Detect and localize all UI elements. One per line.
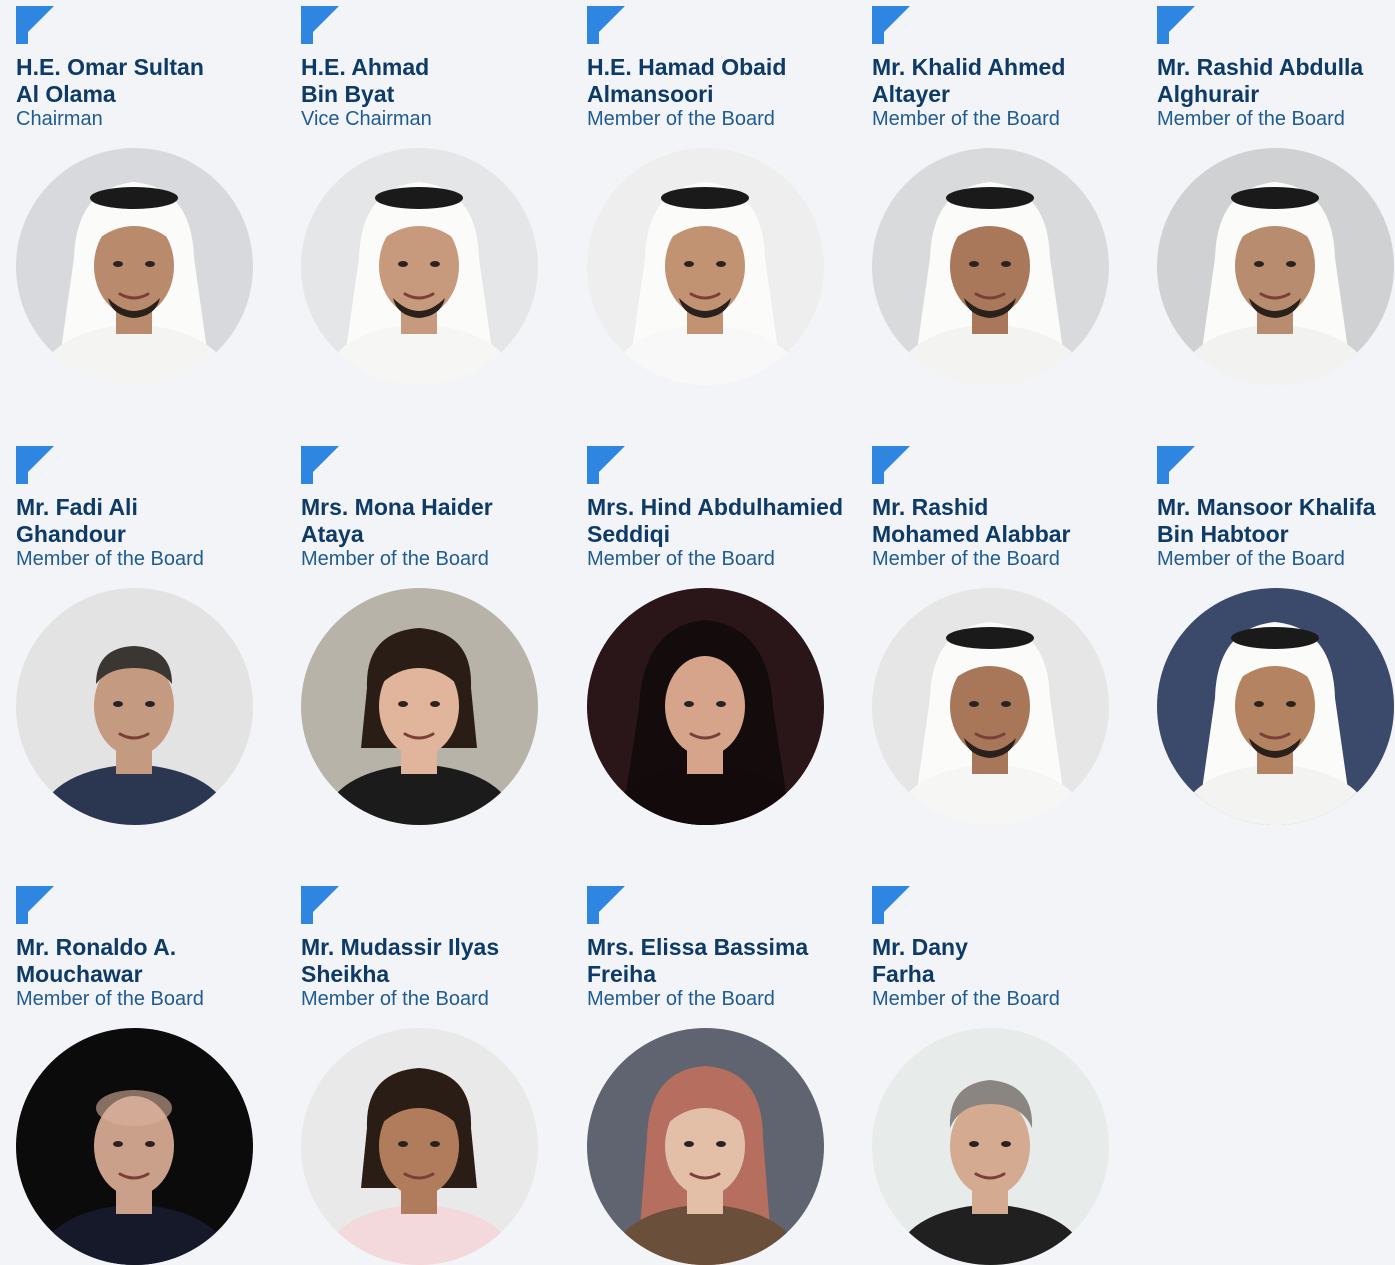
- portrait-illustration: [587, 588, 824, 825]
- corner-bracket-icon: [587, 886, 625, 924]
- member-photo[interactable]: [872, 588, 1109, 825]
- member-name-line2: Seddiqi: [587, 521, 671, 547]
- portrait-illustration: [587, 1028, 824, 1265]
- member-name-line2: Alghurair: [1157, 81, 1260, 107]
- member-photo[interactable]: [587, 1028, 824, 1265]
- member-name[interactable]: Mr. Khalid Ahmed Altayer: [872, 54, 1065, 108]
- member-name-line1: H.E. Ahmad: [301, 54, 430, 80]
- member-name-line1: Mr. Khalid Ahmed: [872, 54, 1066, 80]
- member-name-line2: Sheikha: [301, 961, 390, 987]
- member-name-line2: Ghandour: [16, 521, 126, 547]
- member-role: Member of the Board: [872, 548, 1060, 570]
- portrait-illustration: [872, 588, 1109, 825]
- member-photo[interactable]: [872, 1028, 1109, 1265]
- member-photo[interactable]: [301, 1028, 538, 1265]
- member-role: Chairman: [16, 108, 103, 130]
- member-role: Member of the Board: [872, 988, 1060, 1010]
- member-photo[interactable]: [872, 148, 1109, 385]
- member-photo[interactable]: [1157, 148, 1394, 385]
- portrait-illustration: [1157, 588, 1394, 825]
- member-name[interactable]: Mr. Rashid Abdulla Alghurair: [1157, 54, 1363, 108]
- member-name[interactable]: Mrs. Mona Haider Ataya: [301, 494, 493, 548]
- member-name[interactable]: Mrs. Elissa Bassima Freiha: [587, 934, 808, 988]
- member-photo[interactable]: [587, 588, 824, 825]
- member-name-line2: Bin Habtoor: [1157, 521, 1289, 547]
- member-role: Member of the Board: [872, 108, 1060, 130]
- corner-bracket-icon: [872, 446, 910, 484]
- member-name[interactable]: H.E. Omar Sultan Al Olama: [16, 54, 204, 108]
- member-role: Member of the Board: [587, 548, 775, 570]
- member-name[interactable]: H.E. Ahmad Bin Byat: [301, 54, 429, 108]
- member-name-line1: Mrs. Elissa Bassima: [587, 934, 809, 960]
- member-photo[interactable]: [301, 588, 538, 825]
- member-role: Member of the Board: [301, 548, 489, 570]
- member-name-line2: Mouchawar: [16, 961, 143, 987]
- member-name-line1: Mr. Rashid Abdulla: [1157, 54, 1364, 80]
- member-role: Member of the Board: [16, 548, 204, 570]
- member-role: Member of the Board: [16, 988, 204, 1010]
- member-name-line1: Mr. Dany: [872, 934, 968, 960]
- portrait-illustration: [16, 1028, 253, 1265]
- corner-bracket-icon: [872, 886, 910, 924]
- member-role: Member of the Board: [1157, 548, 1345, 570]
- member-photo[interactable]: [301, 148, 538, 385]
- member-name[interactable]: Mr. Mudassir Ilyas Sheikha: [301, 934, 499, 988]
- member-name[interactable]: Mr. Rashid Mohamed Alabbar: [872, 494, 1071, 548]
- member-name[interactable]: H.E. Hamad Obaid Almansoori: [587, 54, 786, 108]
- member-name-line2: Bin Byat: [301, 81, 395, 107]
- corner-bracket-icon: [301, 6, 339, 44]
- portrait-illustration: [16, 588, 253, 825]
- corner-bracket-icon: [16, 446, 54, 484]
- member-name[interactable]: Mr. Fadi Ali Ghandour: [16, 494, 138, 548]
- corner-bracket-icon: [16, 886, 54, 924]
- member-name-line2: Mohamed Alabbar: [872, 521, 1071, 547]
- portrait-illustration: [16, 148, 253, 385]
- corner-bracket-icon: [1157, 6, 1195, 44]
- member-role: Member of the Board: [587, 108, 775, 130]
- member-photo[interactable]: [16, 588, 253, 825]
- member-name-line2: Ataya: [301, 521, 364, 547]
- member-name-line1: H.E. Hamad Obaid: [587, 54, 787, 80]
- portrait-illustration: [872, 1028, 1109, 1265]
- portrait-illustration: [301, 588, 538, 825]
- member-name-line1: Mrs. Hind Abdulhamied: [587, 494, 843, 520]
- member-role: Member of the Board: [1157, 108, 1345, 130]
- member-name-line1: Mr. Mansoor Khalifa: [1157, 494, 1376, 520]
- member-name-line2: Freiha: [587, 961, 657, 987]
- corner-bracket-icon: [301, 886, 339, 924]
- corner-bracket-icon: [587, 6, 625, 44]
- member-name-line2: Altayer: [872, 81, 950, 107]
- member-name-line1: Mr. Ronaldo A.: [16, 934, 177, 960]
- corner-bracket-icon: [587, 446, 625, 484]
- member-photo[interactable]: [16, 148, 253, 385]
- member-name-line2: Almansoori: [587, 81, 714, 107]
- member-name-line2: Farha: [872, 961, 935, 987]
- member-name-line1: H.E. Omar Sultan: [16, 54, 204, 80]
- member-name-line1: Mrs. Mona Haider: [301, 494, 493, 520]
- member-photo[interactable]: [16, 1028, 253, 1265]
- board-members-grid: H.E. Omar Sultan Al Olama Chairman H.E. …: [0, 0, 1395, 1265]
- member-role: Vice Chairman: [301, 108, 432, 130]
- portrait-illustration: [301, 148, 538, 385]
- member-name-line1: Mr. Fadi Ali: [16, 494, 138, 520]
- member-role: Member of the Board: [301, 988, 489, 1010]
- member-photo[interactable]: [1157, 588, 1394, 825]
- portrait-illustration: [1157, 148, 1394, 385]
- corner-bracket-icon: [301, 446, 339, 484]
- member-name-line2: Al Olama: [16, 81, 116, 107]
- portrait-illustration: [872, 148, 1109, 385]
- corner-bracket-icon: [1157, 446, 1195, 484]
- member-name[interactable]: Mr. Dany Farha: [872, 934, 968, 988]
- member-name[interactable]: Mr. Mansoor Khalifa Bin Habtoor: [1157, 494, 1376, 548]
- member-name-line1: Mr. Rashid: [872, 494, 989, 520]
- corner-bracket-icon: [16, 6, 54, 44]
- member-name[interactable]: Mr. Ronaldo A. Mouchawar: [16, 934, 176, 988]
- portrait-illustration: [587, 148, 824, 385]
- corner-bracket-icon: [872, 6, 910, 44]
- member-name[interactable]: Mrs. Hind Abdulhamied Seddiqi: [587, 494, 843, 548]
- member-role: Member of the Board: [587, 988, 775, 1010]
- member-name-line1: Mr. Mudassir Ilyas: [301, 934, 500, 960]
- portrait-illustration: [301, 1028, 538, 1265]
- member-photo[interactable]: [587, 148, 824, 385]
